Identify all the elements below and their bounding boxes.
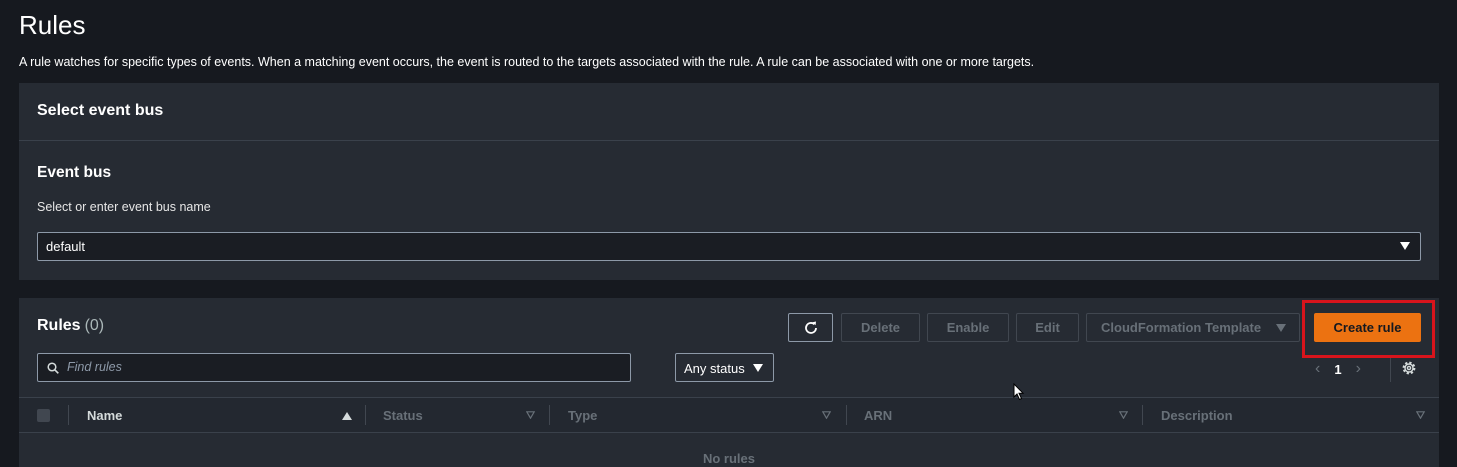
refresh-icon bbox=[804, 321, 817, 334]
column-type[interactable]: Type bbox=[568, 408, 597, 423]
search-icon bbox=[47, 362, 59, 374]
find-rules-input[interactable]: Find rules bbox=[37, 353, 631, 382]
column-name[interactable]: Name bbox=[87, 408, 122, 423]
page-description: A rule watches for specific types of eve… bbox=[19, 55, 1035, 69]
table-header: Name Status Type ARN Description bbox=[19, 397, 1439, 433]
mouse-cursor-icon bbox=[1013, 383, 1025, 401]
enable-button[interactable]: Enable bbox=[927, 313, 1009, 342]
page-title: Rules bbox=[19, 10, 86, 40]
column-status[interactable]: Status bbox=[383, 408, 423, 423]
sort-icon[interactable] bbox=[822, 411, 831, 419]
column-arn[interactable]: ARN bbox=[864, 408, 892, 423]
rules-heading-text: Rules bbox=[37, 317, 81, 334]
caret-down-icon bbox=[1276, 324, 1286, 332]
chevron-left-icon[interactable]: ‹ bbox=[1315, 360, 1320, 378]
rules-heading: Rules (0) bbox=[37, 317, 104, 335]
status-filter-value: Any status bbox=[684, 361, 745, 376]
create-rule-button[interactable]: Create rule bbox=[1314, 313, 1421, 342]
divider bbox=[1390, 358, 1391, 382]
sort-ascending-icon[interactable] bbox=[342, 412, 352, 420]
delete-button[interactable]: Delete bbox=[841, 313, 920, 342]
event-bus-label: Event bus bbox=[37, 164, 112, 181]
caret-down-icon bbox=[1400, 242, 1410, 250]
find-rules-placeholder: Find rules bbox=[67, 360, 122, 374]
pagination: ‹ 1 › bbox=[1315, 360, 1361, 378]
cloudformation-template-button[interactable]: CloudFormation Template bbox=[1086, 313, 1300, 342]
chevron-right-icon[interactable]: › bbox=[1356, 360, 1361, 378]
column-separator bbox=[846, 405, 847, 425]
edit-button[interactable]: Edit bbox=[1016, 313, 1079, 342]
sort-icon[interactable] bbox=[1416, 411, 1425, 419]
column-separator bbox=[549, 405, 550, 425]
sort-icon[interactable] bbox=[1119, 411, 1128, 419]
cloudformation-template-label: CloudFormation Template bbox=[1101, 320, 1262, 335]
event-bus-panel-header: Select event bus bbox=[19, 83, 1439, 141]
event-bus-select-value: default bbox=[46, 239, 86, 254]
select-all-checkbox[interactable] bbox=[37, 409, 50, 422]
column-separator bbox=[365, 405, 366, 425]
page-number[interactable]: 1 bbox=[1334, 362, 1341, 377]
event-bus-panel: Select event bus Event bus Select or ent… bbox=[19, 83, 1439, 280]
event-bus-select[interactable]: default bbox=[37, 232, 1421, 261]
column-separator bbox=[1142, 405, 1143, 425]
caret-down-icon bbox=[753, 364, 763, 372]
empty-state-text: No rules bbox=[702, 451, 755, 466]
column-separator bbox=[68, 405, 69, 425]
column-description[interactable]: Description bbox=[1161, 408, 1233, 423]
sort-icon[interactable] bbox=[526, 411, 535, 419]
refresh-button[interactable] bbox=[788, 313, 833, 342]
gear-icon[interactable] bbox=[1400, 359, 1418, 377]
rules-panel: Rules (0) Delete Enable Edit CloudFormati… bbox=[19, 298, 1439, 467]
status-filter-select[interactable]: Any status bbox=[675, 353, 774, 382]
event-bus-sublabel: Select or enter event bus name bbox=[37, 200, 211, 214]
rules-count: (0) bbox=[84, 317, 105, 334]
